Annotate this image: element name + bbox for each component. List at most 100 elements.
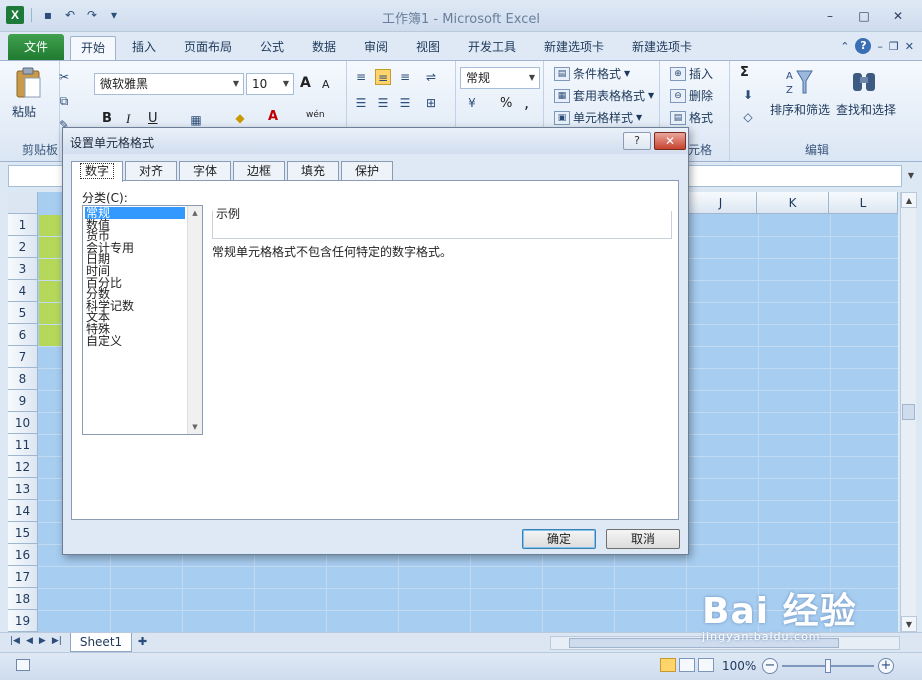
tab-font[interactable]: 字体	[179, 161, 231, 181]
align-right-icon[interactable]: ☰	[397, 95, 413, 111]
row-header[interactable]: 12	[8, 456, 38, 478]
find-select-icon[interactable]	[850, 67, 878, 97]
italic-button[interactable]: I	[126, 111, 130, 127]
cell-styles-button[interactable]: ▣ 单元格样式 ▼	[554, 109, 642, 126]
format-cells-button[interactable]: ▤ 格式	[670, 109, 713, 126]
tab-formulas[interactable]: 公式	[250, 36, 294, 60]
category-scrollbar[interactable]: ▲ ▼	[187, 206, 202, 434]
row-header[interactable]: 15	[8, 522, 38, 544]
minimize-button[interactable]: –	[816, 6, 844, 26]
copy-icon[interactable]: ⧉	[56, 93, 72, 109]
vertical-scrollbar[interactable]: ▲ ▼	[900, 192, 917, 632]
comma-button[interactable]: ,	[524, 93, 529, 112]
percent-button[interactable]: %	[500, 96, 512, 111]
zoom-in-icon[interactable]: +	[878, 658, 894, 674]
font-size-select[interactable]: 10 ▼	[246, 73, 294, 95]
tab-view[interactable]: 视图	[406, 36, 450, 60]
cut-icon[interactable]: ✂	[56, 69, 72, 85]
macro-record-icon[interactable]	[16, 659, 30, 671]
find-select-label[interactable]: 查找和选择	[836, 101, 896, 118]
maximize-button[interactable]: □	[850, 6, 878, 26]
dialog-close-button[interactable]: ✕	[654, 132, 686, 150]
row-header[interactable]: 13	[8, 478, 38, 500]
font-name-select[interactable]: 微软雅黑 ▼	[94, 73, 244, 95]
row-header[interactable]: 5	[8, 302, 38, 324]
tab-alignment[interactable]: 对齐	[125, 161, 177, 181]
row-header[interactable]: 10	[8, 412, 38, 434]
tab-home[interactable]: 开始	[70, 36, 117, 61]
next-sheet-icon[interactable]: ▶	[39, 636, 46, 646]
bold-button[interactable]: B	[102, 111, 112, 126]
column-header-j[interactable]: J	[685, 192, 757, 214]
cancel-button[interactable]: 取消	[606, 529, 680, 549]
scroll-up-icon[interactable]: ▲	[901, 192, 917, 208]
sort-filter-icon[interactable]: A Z	[784, 67, 814, 97]
underline-button[interactable]: U	[148, 111, 158, 126]
page-break-view-icon[interactable]	[698, 658, 714, 672]
last-sheet-icon[interactable]: ▶|	[52, 636, 62, 646]
row-header[interactable]: 4	[8, 280, 38, 302]
fill-color-icon[interactable]: ◆	[232, 110, 248, 126]
tab-file[interactable]: 文件	[8, 34, 64, 60]
first-sheet-icon[interactable]: |◀	[10, 636, 20, 646]
row-header[interactable]: 2	[8, 236, 38, 258]
paste-label[interactable]: 粘贴	[12, 103, 36, 120]
merge-center-icon[interactable]: ⊞	[423, 95, 439, 111]
wrap-text-icon[interactable]: ⇌	[423, 69, 439, 85]
workbook-close-icon[interactable]: ✕	[905, 40, 914, 53]
ok-button[interactable]: 确定	[522, 529, 596, 549]
clear-icon[interactable]: ◇	[740, 109, 756, 125]
insert-cells-button[interactable]: ⊕ 插入	[670, 65, 713, 82]
align-left-icon[interactable]: ☰	[353, 95, 369, 111]
normal-view-icon[interactable]	[660, 658, 676, 672]
workbook-restore-icon[interactable]: ❐	[889, 40, 899, 53]
row-header[interactable]: 11	[8, 434, 38, 456]
new-sheet-icon[interactable]: ✚	[138, 635, 158, 650]
row-header[interactable]: 17	[8, 566, 38, 588]
category-item[interactable]: 自定义	[85, 335, 185, 347]
row-header[interactable]: 3	[8, 258, 38, 280]
phonetic-button[interactable]: wén	[306, 110, 325, 120]
align-middle-icon[interactable]: ≡	[375, 69, 391, 85]
zoom-slider-knob[interactable]	[825, 659, 831, 673]
row-header[interactable]: 7	[8, 346, 38, 368]
format-as-table-button[interactable]: ▦ 套用表格格式 ▼	[554, 87, 654, 104]
zoom-level[interactable]: 100%	[722, 659, 756, 673]
align-center-icon[interactable]: ☰	[375, 95, 391, 111]
row-header[interactable]: 9	[8, 390, 38, 412]
tab-fill[interactable]: 填充	[287, 161, 339, 181]
expand-formula-bar-icon[interactable]: ▼	[904, 166, 918, 186]
row-header[interactable]: 6	[8, 324, 38, 346]
shrink-font-button[interactable]: A	[322, 78, 330, 91]
dialog-title-bar[interactable]: 设置单元格格式 ? ✕	[63, 128, 688, 154]
tab-data[interactable]: 数据	[302, 36, 346, 60]
row-header[interactable]: 18	[8, 588, 38, 610]
sheet-tab-sheet1[interactable]: Sheet1	[70, 633, 132, 652]
tab-page-layout[interactable]: 页面布局	[174, 36, 242, 60]
row-header[interactable]: 8	[8, 368, 38, 390]
tab-review[interactable]: 审阅	[354, 36, 398, 60]
paste-icon[interactable]	[14, 67, 44, 99]
column-header-l[interactable]: L	[829, 192, 898, 214]
scroll-up-icon[interactable]: ▲	[188, 206, 202, 220]
scroll-down-icon[interactable]: ▼	[188, 420, 202, 434]
help-icon[interactable]: ?	[855, 38, 872, 54]
align-bottom-icon[interactable]: ≡	[397, 69, 413, 85]
prev-sheet-icon[interactable]: ◀	[26, 636, 33, 646]
currency-icon[interactable]: ¥	[464, 95, 480, 111]
delete-cells-button[interactable]: ⊖ 删除	[670, 87, 713, 104]
page-layout-view-icon[interactable]	[679, 658, 695, 672]
scroll-down-icon[interactable]: ▼	[901, 616, 917, 632]
conditional-format-button[interactable]: ▤ 条件格式 ▼	[554, 65, 630, 82]
row-header[interactable]: 16	[8, 544, 38, 566]
tab-protection[interactable]: 保护	[341, 161, 393, 181]
select-all-corner[interactable]	[8, 192, 38, 214]
borders-icon[interactable]: ▦	[188, 112, 204, 128]
close-button[interactable]: ✕	[884, 6, 912, 26]
tab-insert[interactable]: 插入	[122, 36, 166, 60]
font-color-button[interactable]: A	[268, 109, 278, 124]
sort-filter-label[interactable]: 排序和筛选	[770, 101, 830, 118]
row-header[interactable]: 19	[8, 610, 38, 632]
workbook-minimize-icon[interactable]: –	[877, 40, 883, 53]
number-format-select[interactable]: 常规 ▼	[460, 67, 540, 89]
